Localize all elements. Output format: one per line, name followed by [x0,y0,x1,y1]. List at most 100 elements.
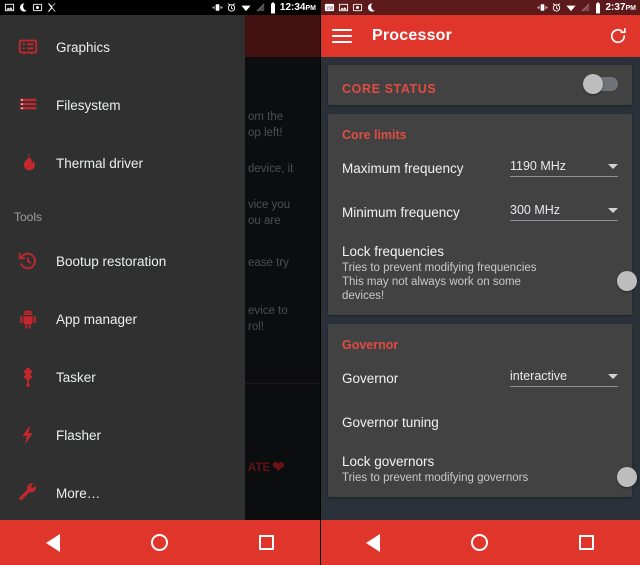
chevron-down-icon [608,163,618,169]
governor-card: Governor Governor interactive Governor t… [328,324,637,497]
min-frequency-value: 300 MHz [510,203,561,217]
sidebar-item-tasker[interactable]: Tasker [0,348,245,406]
min-frequency-spinner[interactable]: 300 MHz [510,203,618,221]
alarm-icon [227,3,236,12]
flame-icon [0,152,56,174]
sidebar-item-label: Bootup restoration [56,253,167,269]
min-frequency-label: Minimum frequency [342,204,460,220]
status-bar: 158 2:37PM [320,0,640,15]
page-title: Processor [372,27,453,44]
core-status-toggle[interactable] [583,74,618,94]
governor-tuning-label: Governor tuning [342,414,439,430]
lock-governors-title: Lock governors [342,454,435,469]
signal-off-icon [582,3,590,12]
dual-screenshot-container: om the op left! device, it vice you ou a… [0,0,640,565]
lock-governors-text: Lock governors Tries to prevent modifyin… [342,454,528,485]
sidebar-section-tools: Tools [14,210,43,224]
wifi-icon [241,5,251,12]
status-clock: 12:34PM [279,2,316,13]
core-limits-title: Core limits [342,128,407,142]
navigation-drawer: Processor Graphics [0,0,245,520]
max-frequency-spinner[interactable]: 1190 MHz [510,159,618,177]
recents-square-icon[interactable] [259,535,275,550]
governor-row[interactable]: Governor interactive [342,356,618,400]
recents-square-icon[interactable] [579,535,595,550]
alarm-icon [553,3,561,12]
system-navigation-bar [320,520,640,565]
sidebar-item-bootup-restoration[interactable]: Bootup restoration [0,232,245,290]
sidebar-item-label: Flasher [56,427,102,443]
gpu-card-icon [0,36,56,58]
refresh-icon[interactable] [608,26,628,46]
sidebar-item-label: Graphics [56,39,111,55]
sidebar-item-more[interactable]: More… [0,464,245,520]
lock-frequencies-text: Lock frequencies Tries to prevent modify… [342,244,537,303]
status-clock: 2:37PM [605,2,636,13]
image-icon [4,3,15,12]
wifi-alert-icon [566,5,577,12]
svg-text:158: 158 [326,5,334,10]
restore-clock-icon [0,250,56,272]
app-bar: Processor [320,15,640,57]
signal-off-icon [256,3,265,12]
sidebar-item-flasher[interactable]: Flasher [0,406,245,464]
status-icons-right: 12:34PM [211,1,320,14]
vibrate-icon [212,4,223,11]
sidebar-item-label: More… [56,485,101,501]
home-circle-icon[interactable] [470,534,488,551]
max-frequency-label: Maximum frequency [342,160,464,176]
scissors-icon [47,3,56,12]
status-icons-right: 2:37PM [537,2,640,14]
system-navigation-bar [0,520,320,565]
back-triangle-icon[interactable] [45,533,60,552]
status-icons-left: 158 [320,2,377,13]
core-limits-card: Core limits Maximum frequency 1190 MHz M… [328,114,637,315]
left-phone-screen: om the op left! device, it vice you ou a… [0,0,320,565]
sidebar-item-label: Filesystem [56,97,121,113]
settings-cards: CORE STATUS Core limits Maximum frequenc… [320,57,640,497]
sidebar-item-filesystem[interactable]: Filesystem [0,76,245,134]
sidebar-item-app-manager[interactable]: App manager [0,290,245,348]
lock-frequencies-title: Lock frequencies [342,244,445,259]
core-status-row[interactable]: CORE STATUS [342,65,618,105]
governor-card-title: Governor [342,338,399,352]
screenshot-icon [32,3,43,12]
image-icon [338,3,349,12]
hamburger-menu-icon[interactable] [332,29,352,43]
storage-stack-icon [0,94,56,116]
puzzle-piece-icon [0,366,56,388]
lock-frequencies-subtitle: Tries to prevent modifying frequencies T… [342,262,537,302]
sidebar-item-label: Tasker [56,369,96,385]
status-icons-left [0,2,57,13]
sidebar-item-label: App manager [56,311,138,327]
sidebar-item-graphics[interactable]: Graphics [0,18,245,76]
governor-value: interactive [510,369,567,383]
min-frequency-row[interactable]: Minimum frequency 300 MHz [342,190,618,234]
moon-icon [368,3,375,12]
sidebar-item-thermal-driver[interactable]: Thermal driver [0,134,245,192]
lock-frequencies-row[interactable]: Lock frequencies Tries to prevent modify… [342,234,637,315]
governor-spinner[interactable]: interactive [510,369,618,387]
governor-label: Governor [342,370,399,386]
core-status-card: CORE STATUS [328,65,632,105]
governor-tuning-row[interactable]: Governor tuning [342,400,618,444]
back-triangle-icon[interactable] [365,533,380,552]
wrench-icon [0,482,56,504]
battery-icon [270,2,275,13]
right-phone-screen: Processor CORE STATUS Core limits Maximu… [320,0,640,565]
calendar-158-icon: 158 [324,3,335,12]
battery-icon [596,2,601,13]
status-bar: 12:34PM [0,0,320,15]
lightning-bolt-icon [0,424,56,446]
android-robot-icon [0,308,56,330]
max-frequency-value: 1190 MHz [510,159,567,173]
lock-governors-row[interactable]: Lock governors Tries to prevent modifyin… [342,444,637,497]
vibrate-icon [538,4,548,11]
chevron-down-icon [608,207,618,213]
moon-icon [20,3,27,12]
home-circle-icon[interactable] [150,534,168,551]
chevron-down-icon [608,373,618,379]
screen-divider [320,0,321,565]
max-frequency-row[interactable]: Maximum frequency 1190 MHz [342,146,618,190]
lock-governors-subtitle: Tries to prevent modifying governors [342,472,529,484]
